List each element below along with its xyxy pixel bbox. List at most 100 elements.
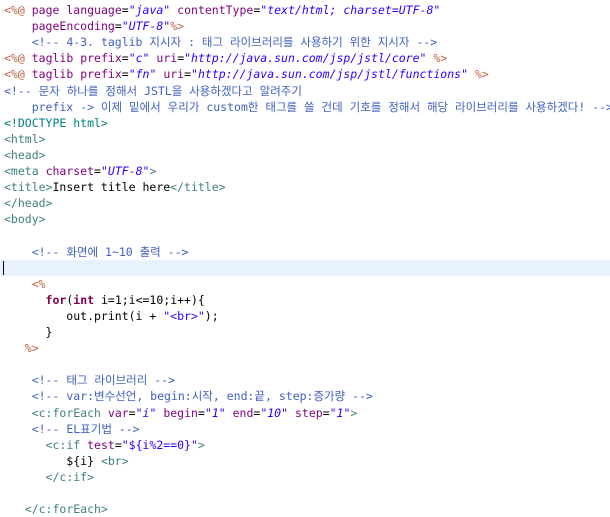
code-line[interactable]: <%@ page language="java" contentType="te… <box>4 2 440 18</box>
code-token: <!-- 태그 라이브러리 --> <box>31 373 175 388</box>
code-token: = <box>121 67 129 82</box>
code-token: ); <box>204 308 219 323</box>
code-token: <!-- var:변수선언, begin:시작, end:끝, step:증가량… <box>31 389 373 404</box>
code-token: out.print(i + <box>4 308 164 323</box>
code-token: <html> <box>4 131 46 146</box>
code-line[interactable]: <!DOCTYPE html> <box>4 115 108 131</box>
code-token: } <box>4 325 53 339</box>
code-line[interactable]: <c:if test="${i%2==0}"> <box>4 437 205 453</box>
code-line[interactable]: <%@ taglib prefix="c" uri="http://java.s… <box>4 50 447 66</box>
code-token: <!-- 문자 하나를 정해서 JSTL을 사용하겠다고 알려주기 <box>4 83 302 98</box>
code-editor[interactable]: <%@ page language="java" contentType="te… <box>0 0 610 516</box>
code-token: > <box>149 164 157 178</box>
code-token: = <box>184 67 192 82</box>
code-token: > <box>197 437 205 452</box>
code-line[interactable]: <title>Insert title here</title> <box>4 179 226 195</box>
code-token: prefix <box>80 51 122 66</box>
code-token: <!DOCTYPE html> <box>4 115 108 130</box>
code-token: <body> <box>4 212 46 227</box>
text-caret <box>3 260 4 275</box>
code-token: int <box>73 292 95 307</box>
code-token: test <box>87 437 115 452</box>
code-token: = <box>197 405 205 420</box>
code-line[interactable]: </c:forEach> <box>4 501 108 517</box>
code-token: %> <box>24 341 39 356</box>
code-token: language <box>66 3 122 17</box>
code-line[interactable]: <!-- 태그 라이브러리 --> <box>4 372 175 388</box>
code-token: <title> <box>4 180 53 195</box>
code-line[interactable]: <meta charset="UTF-8"> <box>4 163 156 179</box>
code-line[interactable]: <!-- 문자 하나를 정해서 JSTL을 사용하겠다고 알려주기 <box>4 83 302 99</box>
code-token: "UTF-8" <box>121 19 171 34</box>
code-token: <c:if <box>45 437 81 452</box>
code-line[interactable]: <!-- EL표기법 --> <box>4 421 140 437</box>
code-token: <c:forEach <box>31 405 101 420</box>
code-token: = <box>114 19 122 34</box>
code-line[interactable]: <!-- 4-3. taglib 지시자 : 태그 라이브러리를 사용하기 위한… <box>4 34 437 50</box>
code-line[interactable]: <head> <box>4 147 46 163</box>
code-token: prefix -> 이제 밑에서 우리가 custom한 태그를 쓸 건데 기호… <box>4 99 610 114</box>
code-token: = <box>121 3 129 17</box>
code-token: "10" <box>260 405 289 420</box>
code-token: <!-- 4-3. taglib 지시자 : 태그 라이브러리를 사용하기 위한… <box>31 35 438 50</box>
code-token: "java" <box>128 3 171 17</box>
code-token: end <box>232 405 254 420</box>
code-token: <meta <box>4 164 39 178</box>
code-line[interactable]: out.print(i + "<br>"); <box>4 308 219 324</box>
code-token: <%@ <box>4 51 25 66</box>
code-line[interactable]: <% <box>4 276 46 292</box>
code-token: %> <box>170 19 185 34</box>
code-line[interactable]: for(int i=1;i<=10;i++){ <box>4 292 205 308</box>
code-line[interactable]: pageEncoding="UTF-8"%> <box>4 18 184 34</box>
code-token: pageEncoding <box>31 19 115 34</box>
code-token: "i" <box>135 405 157 420</box>
code-line[interactable]: <!-- var:변수선언, begin:시작, end:끝, step:증가량… <box>4 388 373 404</box>
code-line[interactable]: %> <box>4 340 39 356</box>
code-token: = <box>121 51 129 66</box>
code-line[interactable]: ${i} <br> <box>4 453 129 469</box>
code-line[interactable]: } <box>4 324 53 340</box>
code-token: > <box>350 405 358 420</box>
code-token: </head> <box>4 196 53 211</box>
code-token: for <box>45 292 67 307</box>
current-line-highlight <box>0 259 610 276</box>
code-line[interactable]: <html> <box>4 131 46 147</box>
code-token: "1" <box>204 405 226 420</box>
code-token: <br> <box>100 453 129 468</box>
code-token: %> <box>433 51 448 66</box>
code-line[interactable]: <%@ taglib prefix="fn" uri="http://java.… <box>4 66 489 82</box>
code-line[interactable]: prefix -> 이제 밑에서 우리가 custom한 태그를 쓸 건데 기호… <box>4 99 610 115</box>
code-token: = <box>114 437 122 452</box>
code-token: taglib <box>31 67 74 82</box>
code-token: step <box>294 405 323 420</box>
code-token: "http://java.sun.com/jsp/jstl/functions" <box>191 67 468 82</box>
code-token: "http://java.sun.com/jsp/jstl/core" <box>184 51 427 66</box>
code-token: </c:forEach> <box>24 502 108 517</box>
code-token: page <box>31 3 60 17</box>
code-token: contentType <box>177 3 254 17</box>
code-line[interactable]: </head> <box>4 195 52 211</box>
code-token: Insert title here <box>52 180 171 195</box>
code-token: taglib <box>31 51 74 66</box>
code-line[interactable]: <!-- 화면에 1~10 출력 --> <box>4 244 189 260</box>
code-line[interactable]: <body> <box>4 211 46 227</box>
code-token: <% <box>31 276 46 291</box>
code-token: <%@ <box>4 3 25 17</box>
code-line[interactable]: </c:if> <box>4 469 94 485</box>
code-token: = <box>94 164 101 178</box>
code-line[interactable]: <c:forEach var="i" begin="1" end="10" st… <box>4 405 358 421</box>
code-token: "1" <box>329 405 351 420</box>
